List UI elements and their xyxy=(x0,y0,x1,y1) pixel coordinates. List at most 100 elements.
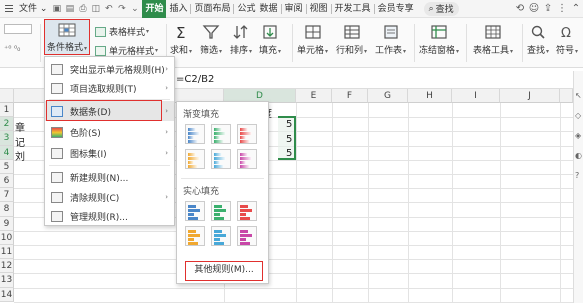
collab-icon[interactable]: ☺ xyxy=(527,0,541,18)
menu-item-highlight-rules[interactable]: 突出显示单元格规则(H) › xyxy=(45,59,174,79)
help-icon[interactable]: ? xyxy=(575,171,583,180)
menu-item-color-scales[interactable]: 色阶(S) › xyxy=(45,122,174,142)
tab-member[interactable]: 会员专享 xyxy=(376,0,416,18)
data-bar-sample xyxy=(240,230,249,233)
sort-button[interactable]: 排序▾ xyxy=(230,20,252,56)
row-header-7[interactable]: 7 xyxy=(0,188,14,203)
redo-icon[interactable]: ↷ xyxy=(115,0,128,18)
row-header-8[interactable]: 8 xyxy=(0,202,14,217)
solid-fill-swatch-4[interactable] xyxy=(185,226,205,246)
row-header-9[interactable]: 9 xyxy=(0,216,14,231)
row-header-13[interactable]: 13 xyxy=(0,273,14,288)
column-header-g[interactable]: G xyxy=(368,89,408,103)
row-header-5[interactable]: 5 xyxy=(0,159,14,174)
tab-review[interactable]: 审阅 xyxy=(283,0,305,18)
cell-button[interactable]: 单元格▾ xyxy=(297,20,328,56)
icon-sets-icon xyxy=(51,147,63,159)
cell-d4[interactable]: 5 xyxy=(286,148,292,159)
preview-icon[interactable]: ◫ xyxy=(89,0,102,18)
row-header-2[interactable]: 2 xyxy=(0,117,14,132)
tab-data[interactable]: 数据 xyxy=(258,0,280,18)
gradient-fill-swatch-5[interactable] xyxy=(211,149,231,169)
gradient-fill-swatch-1[interactable] xyxy=(185,124,205,144)
column-header-i[interactable]: I xyxy=(452,89,500,103)
row-header-4[interactable]: 4 xyxy=(0,145,14,160)
tab-home[interactable]: 开始 xyxy=(142,0,167,18)
tab-insert[interactable]: 插入 xyxy=(167,0,189,18)
filter-button[interactable]: 筛选▾ xyxy=(200,20,222,56)
tag-icon[interactable]: ◈ xyxy=(575,131,583,140)
solid-fill-swatch-5[interactable] xyxy=(211,226,231,246)
data-bar-sample xyxy=(188,242,198,245)
save-icon[interactable]: ▣ xyxy=(50,0,63,18)
hamburger-icon[interactable] xyxy=(2,0,16,18)
undo-icon[interactable]: ↶ xyxy=(102,0,115,18)
solid-fill-swatch-1[interactable] xyxy=(185,201,205,221)
column-header-f[interactable]: F xyxy=(332,89,368,103)
cell-a4[interactable]: 刘 xyxy=(15,148,25,163)
solid-fill-swatch-6[interactable] xyxy=(237,226,257,246)
find-button[interactable]: 查找▾ xyxy=(527,20,549,56)
cell-a3[interactable]: 记 xyxy=(15,134,25,149)
gradient-fill-swatch-3[interactable] xyxy=(237,124,257,144)
sum-button[interactable]: Σ 求和▾ xyxy=(170,20,192,56)
data-bar-sample xyxy=(214,242,224,245)
tab-formula[interactable]: 公式 xyxy=(235,0,257,18)
tab-view[interactable]: 视图 xyxy=(308,0,330,18)
symbol-button[interactable]: Ω 符号▾ xyxy=(556,20,578,56)
print-icon[interactable]: ⎙ xyxy=(76,0,89,18)
freeze-button[interactable]: 冻结窗格▾ xyxy=(419,20,459,56)
more-rules-button[interactable]: 其他规则(M)... xyxy=(185,261,263,281)
table-tools-button[interactable]: 表格工具▾ xyxy=(473,20,513,56)
menu-item-clear-rules[interactable]: 清除规则(C) › xyxy=(45,187,174,207)
more-options-icon[interactable]: ⋮ xyxy=(555,0,569,18)
select-all-corner[interactable] xyxy=(0,89,14,103)
column-header-j[interactable]: J xyxy=(500,89,560,103)
share-icon[interactable]: ⇪ xyxy=(541,0,555,18)
row-header-10[interactable]: 10 xyxy=(0,230,14,245)
worksheet-button[interactable]: 工作表▾ xyxy=(375,20,406,56)
data-bar-sample xyxy=(188,213,194,216)
menu-item-manage-rules[interactable]: 管理规则(R)... xyxy=(45,206,174,226)
sync-icon[interactable]: ⟲ xyxy=(513,0,527,18)
column-header-h[interactable]: H xyxy=(408,89,452,103)
fill-button[interactable]: 填充▾ xyxy=(259,20,281,56)
conditional-format-button[interactable]: 条件格式▾ xyxy=(44,19,90,55)
table-style-button[interactable]: 表格样式 ▾ xyxy=(95,25,149,38)
menu-item-new-rule[interactable]: 新建规则(N)... xyxy=(45,167,174,187)
solid-fill-swatch-3[interactable] xyxy=(237,201,257,221)
spreadsheet-app: 文件 ⌄ ▣ ▤ ⎙ ◫ ↶ ↷ ⌄ 开始 插入 页面布局 公式 数据 审阅 视… xyxy=(0,0,583,303)
row-col-button[interactable]: 行和列▾ xyxy=(336,20,367,56)
cell-d3[interactable]: 5 xyxy=(286,134,292,145)
row-header-14[interactable]: 14 xyxy=(0,287,14,302)
grid-column-line xyxy=(408,103,409,303)
cell-a2[interactable]: 章 xyxy=(15,119,25,134)
menu-item-top-bottom-rules[interactable]: 项目选取规则(T) › xyxy=(45,78,174,98)
more-icon[interactable]: ⌄ xyxy=(128,0,141,18)
format-group-top[interactable] xyxy=(4,24,32,34)
tab-developer[interactable]: 开发工具 xyxy=(333,0,373,18)
menu-item-icon-sets[interactable]: 图标集(I) › xyxy=(45,143,174,163)
gradient-fill-swatch-6[interactable] xyxy=(237,149,257,169)
search-box[interactable]: ⌕ 查找 xyxy=(423,1,459,16)
eraser-icon[interactable]: ◐ xyxy=(575,151,583,160)
open-icon[interactable]: ▤ xyxy=(63,0,76,18)
row-header-3[interactable]: 3 xyxy=(0,131,14,146)
shape-icon[interactable]: ◇ xyxy=(575,111,583,120)
gradient-fill-swatch-2[interactable] xyxy=(211,124,231,144)
data-bar-sample xyxy=(240,217,250,220)
gradient-fill-swatch-4[interactable] xyxy=(185,149,205,169)
menu-file[interactable]: 文件 ⌄ xyxy=(16,0,50,18)
cell-d2[interactable]: 5 xyxy=(286,119,292,130)
formula-input[interactable]: =C2/B2 xyxy=(176,74,214,85)
row-header-1[interactable]: 1 xyxy=(0,103,14,118)
row-header-12[interactable]: 12 xyxy=(0,259,14,274)
pointer-icon[interactable]: ↖ xyxy=(575,91,583,100)
format-group-bottom[interactable]: ⁺⁰ ⁰₀ xyxy=(4,44,20,53)
solid-fill-swatch-2[interactable] xyxy=(211,201,231,221)
row-header-11[interactable]: 11 xyxy=(0,245,14,260)
collapse-ribbon-icon[interactable]: ⌃ xyxy=(569,0,583,18)
row-header-6[interactable]: 6 xyxy=(0,174,14,189)
tab-page-layout[interactable]: 页面布局 xyxy=(192,0,232,18)
column-header-e[interactable]: E xyxy=(296,89,332,103)
